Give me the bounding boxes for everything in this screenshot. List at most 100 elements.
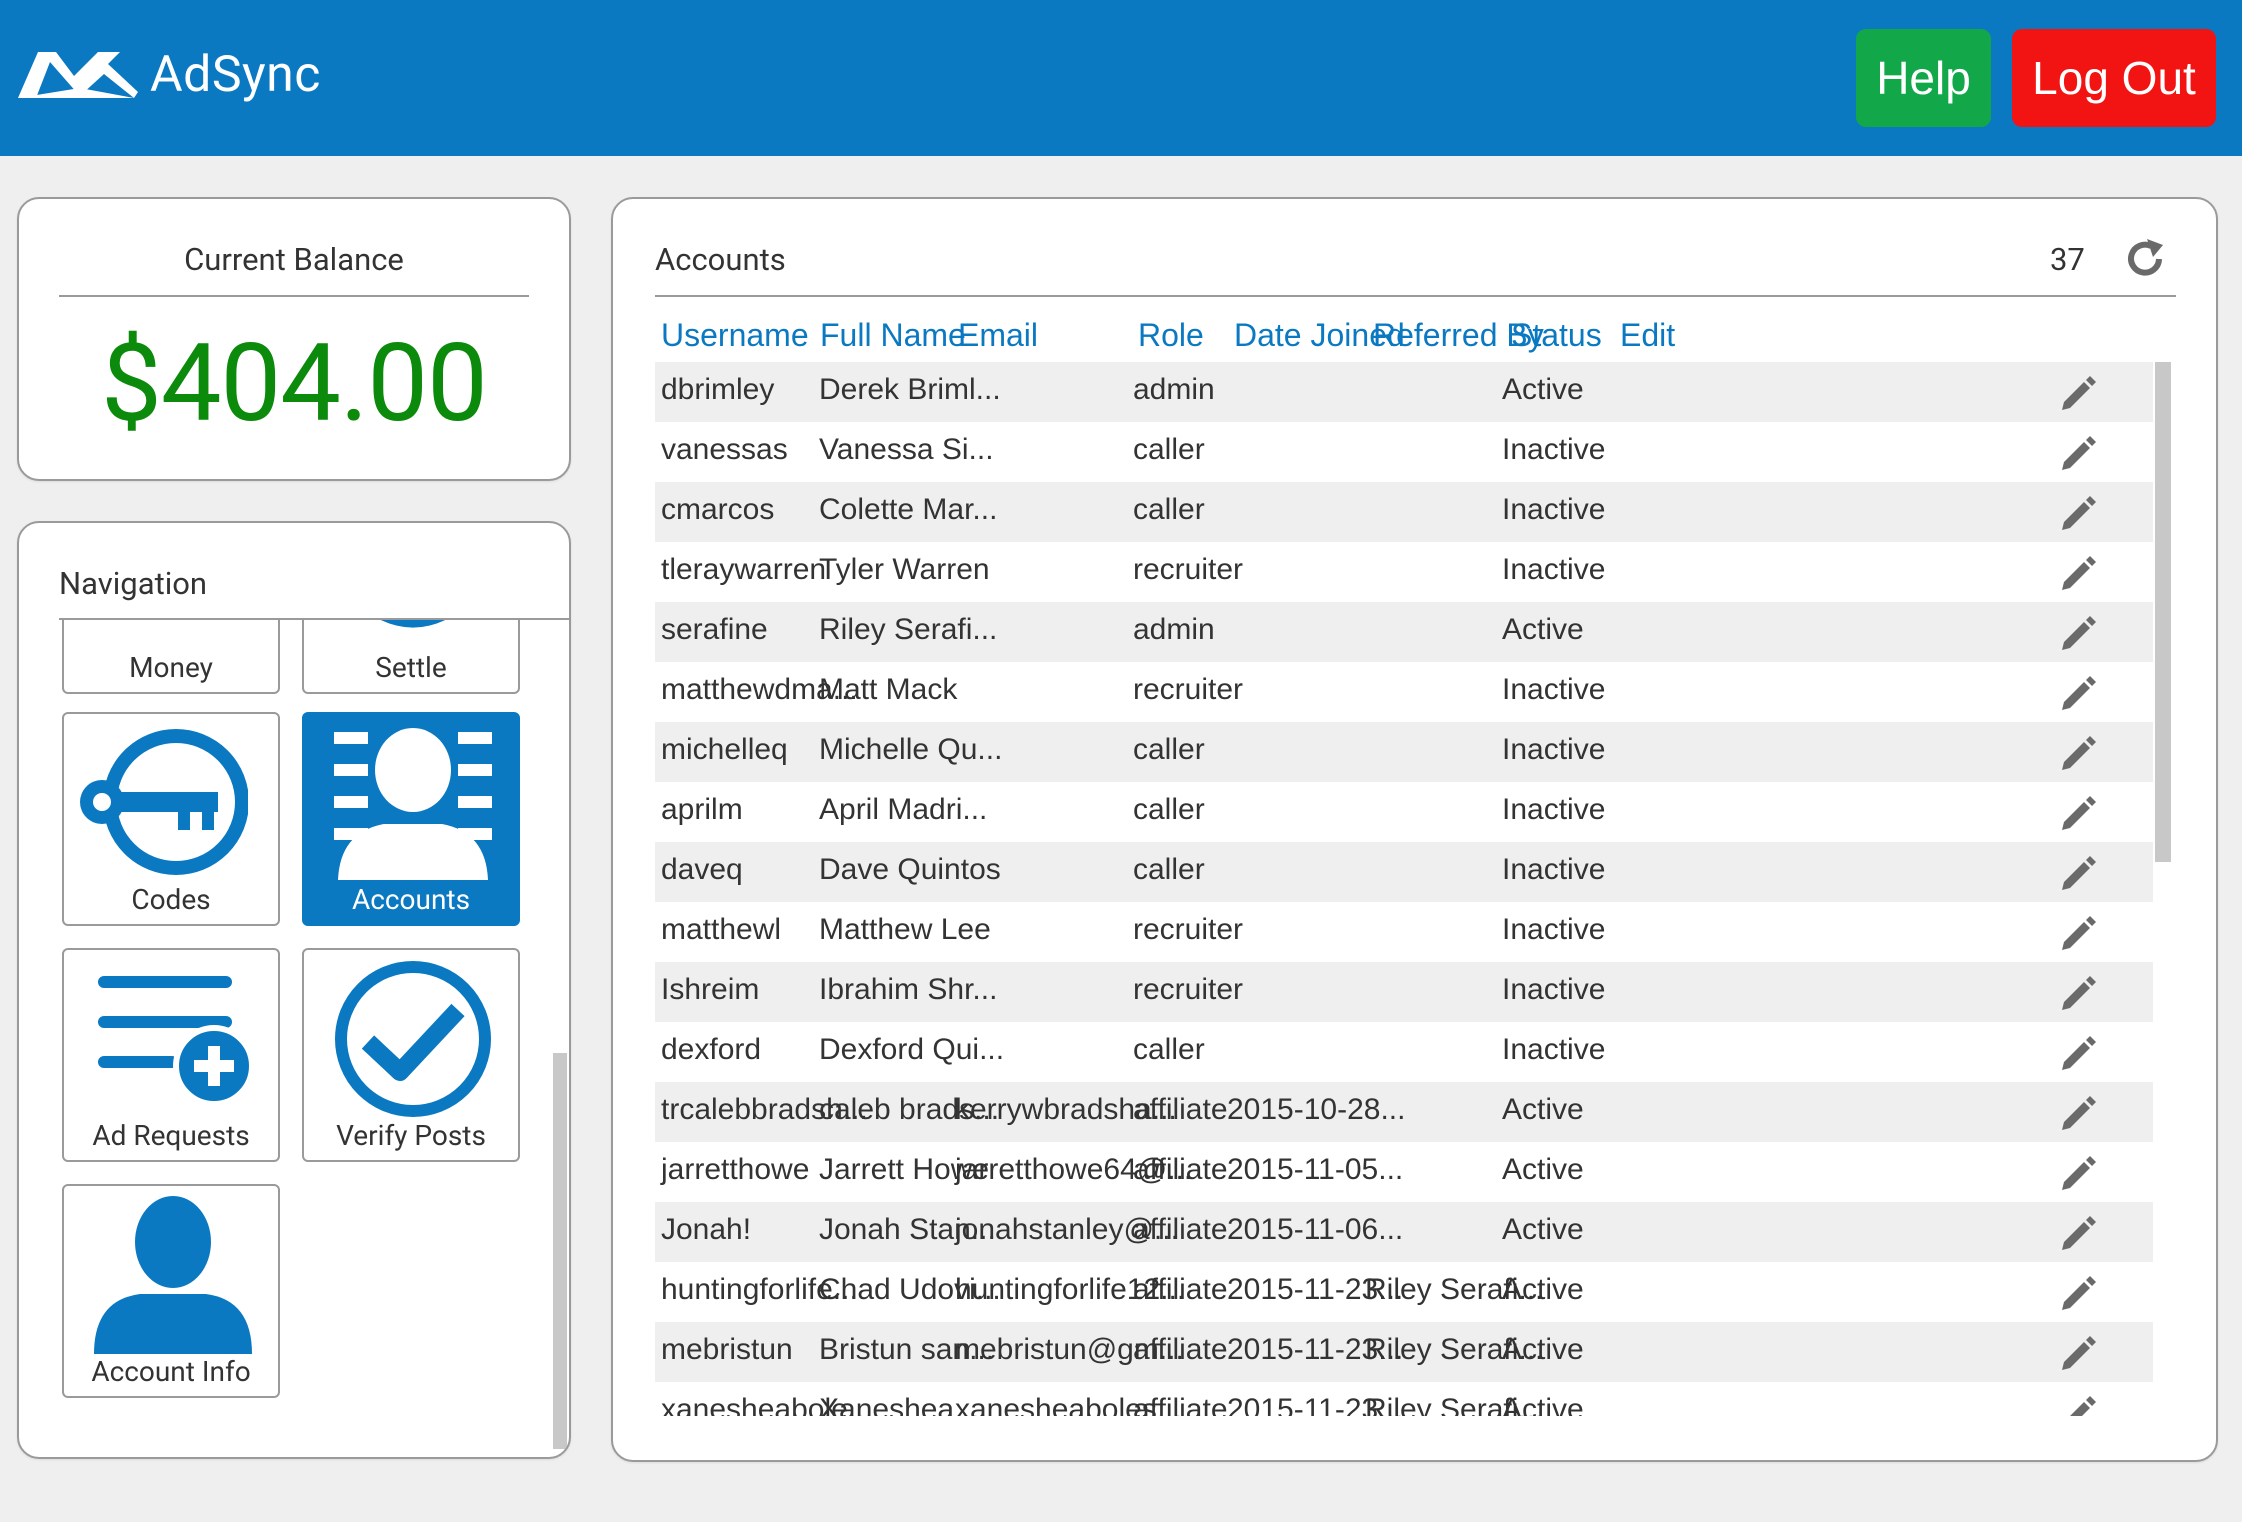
table-row[interactable]: xanesheabole... Xaneshea... xanesheaboles.… — [655, 1382, 2153, 1416]
table-row[interactable]: Ishreim Ibrahim Shr... recruiter Inactive — [655, 962, 2153, 1022]
key-icon — [78, 729, 248, 875]
nav-tile-verify-posts[interactable]: Verify Posts — [302, 948, 520, 1162]
table-row[interactable]: trcalebbradsh... caleb brads... kerrywbrad… — [655, 1082, 2153, 1142]
pencil-icon[interactable] — [2058, 552, 2098, 592]
cell-username: vanessas — [661, 433, 788, 466]
table-row[interactable]: vanessas Vanessa Si... caller Inactive — [655, 422, 2153, 482]
table-row[interactable]: huntingforlife... Chad Udovi... huntingfor… — [655, 1262, 2153, 1322]
column-header-username[interactable]: Username — [661, 317, 809, 354]
table-row[interactable]: jarretthowe Jarrett Howe jarretthowe64@...… — [655, 1142, 2153, 1202]
table-row[interactable]: dbrimley Derek Briml... admin Active — [655, 362, 2153, 422]
cell-status: Active — [1502, 613, 1584, 646]
cell-status: Inactive — [1502, 913, 1606, 946]
nav-tile-label: Accounts — [351, 883, 471, 916]
cell-role: affiliate — [1133, 1093, 1228, 1126]
cell-status: Active — [1502, 1213, 1584, 1246]
app-title: AdSync — [150, 46, 321, 104]
pencil-icon[interactable] — [2058, 972, 2098, 1012]
accounts-table-header: Username Full Name Email Role Date Joine… — [661, 317, 2161, 361]
nav-tile-settle[interactable]: Settle — [302, 620, 520, 694]
pencil-icon[interactable] — [2058, 1392, 2098, 1416]
accounts-count: 37 — [2050, 241, 2085, 278]
navigation-scroll-area[interactable]: Money Settle Codes Accounts Ad Requests … — [19, 620, 569, 1450]
cell-username: serafine — [661, 613, 768, 646]
balance-panel: Current Balance $404.00 — [17, 197, 571, 481]
pencil-icon[interactable] — [2058, 1152, 2098, 1192]
cell-status: Inactive — [1502, 973, 1606, 1006]
nav-tile-money[interactable]: Money — [62, 620, 280, 694]
balance-title: Current Balance — [184, 241, 404, 278]
nav-tile-label: Verify Posts — [336, 1119, 486, 1152]
table-row[interactable]: michelleq Michelle Qu... caller Inactive — [655, 722, 2153, 782]
cell-role: recruiter — [1133, 913, 1244, 946]
column-header-email[interactable]: Email — [958, 317, 1038, 354]
column-header-status[interactable]: Status — [1511, 317, 1602, 354]
column-header-role[interactable]: Role — [1138, 317, 1204, 354]
cell-status: Active — [1502, 1093, 1584, 1126]
cell-username: dbrimley — [661, 373, 775, 406]
pencil-icon[interactable] — [2058, 432, 2098, 472]
adsync-logo-icon[interactable] — [16, 48, 140, 100]
cell-status: Inactive — [1502, 553, 1606, 586]
cell-status: Inactive — [1502, 673, 1606, 706]
cell-username: aprilm — [661, 793, 743, 826]
column-header-full-name[interactable]: Full Name — [820, 317, 966, 354]
id-card-icon — [334, 728, 492, 880]
nav-tile-ad-requests[interactable]: Ad Requests — [62, 948, 280, 1162]
pencil-icon[interactable] — [2058, 1212, 2098, 1252]
accounts-table-scrollbar[interactable] — [2155, 362, 2171, 862]
cell-role: recruiter — [1133, 553, 1244, 586]
table-row[interactable]: tleraywarren Tyler Warren recruiter Inactiv… — [655, 542, 2153, 602]
pencil-icon[interactable] — [2058, 1092, 2098, 1132]
table-row[interactable]: mebristun Bristun san... mebristun@gm... af… — [655, 1322, 2153, 1382]
cell-username: tleraywarren — [661, 553, 827, 586]
nav-tile-label: Settle — [375, 651, 447, 684]
cell-date-joined: 2015-11-05... — [1227, 1153, 1404, 1186]
nav-tile-accounts[interactable]: Accounts — [302, 712, 520, 926]
cell-status: Active — [1502, 1333, 1584, 1366]
help-button[interactable]: Help — [1856, 29, 1991, 127]
balance-divider — [59, 295, 529, 297]
table-row[interactable]: dexford Dexford Qui... caller Inactive — [655, 1022, 2153, 1082]
table-row[interactable]: Jonah! Jonah Stan... jonahstanley@... affil… — [655, 1202, 2153, 1262]
pencil-icon[interactable] — [2058, 792, 2098, 832]
pencil-icon[interactable] — [2058, 492, 2098, 532]
cell-status: Inactive — [1502, 1033, 1606, 1066]
cell-role: recruiter — [1133, 673, 1244, 706]
table-row[interactable]: cmarcos Colette Mar... caller Inactive — [655, 482, 2153, 542]
cell-role: recruiter — [1133, 973, 1244, 1006]
pencil-icon[interactable] — [2058, 1332, 2098, 1372]
pencil-icon[interactable] — [2058, 732, 2098, 772]
nav-tile-codes[interactable]: Codes — [62, 712, 280, 926]
cell-status: Active — [1502, 373, 1584, 406]
pencil-icon[interactable] — [2058, 852, 2098, 892]
pencil-icon[interactable] — [2058, 372, 2098, 412]
pencil-icon[interactable] — [2058, 912, 2098, 952]
table-row[interactable]: aprilm April Madri... caller Inactive — [655, 782, 2153, 842]
cell-status: Active — [1502, 1393, 1584, 1416]
pencil-icon[interactable] — [2058, 612, 2098, 652]
money-icon — [145, 620, 201, 626]
accounts-table-body[interactable]: xanesheabole... Xaneshea... xanesheaboles.… — [655, 362, 2171, 1416]
cell-full-name: Riley Serafi... — [819, 613, 998, 646]
table-row[interactable]: serafine Riley Serafi... admin Active — [655, 602, 2153, 662]
nav-tile-account-info[interactable]: Account Info — [62, 1184, 280, 1398]
table-row[interactable]: matthewl Matthew Lee recruiter Inactive — [655, 902, 2153, 962]
logout-button[interactable]: Log Out — [2012, 29, 2216, 127]
cell-role: affiliate — [1133, 1333, 1228, 1366]
cell-full-name: Ibrahim Shr... — [819, 973, 998, 1006]
cell-role: caller — [1133, 433, 1205, 466]
navigation-scrollbar[interactable] — [553, 1053, 567, 1449]
refresh-icon[interactable] — [2123, 237, 2167, 281]
cell-role: caller — [1133, 853, 1205, 886]
pencil-icon[interactable] — [2058, 1272, 2098, 1312]
navigation-title: Navigation — [59, 565, 208, 602]
column-header-edit: Edit — [1620, 317, 1676, 353]
cell-full-name: Michelle Qu... — [819, 733, 1003, 766]
pencil-icon[interactable] — [2058, 1032, 2098, 1072]
table-row[interactable]: matthewdma... Matt Mack recruiter Inactive — [655, 662, 2153, 722]
pencil-icon[interactable] — [2058, 672, 2098, 712]
cell-status: Active — [1502, 1153, 1584, 1186]
table-row[interactable]: daveq Dave Quintos caller Inactive — [655, 842, 2153, 902]
cell-full-name: Dave Quintos — [819, 853, 1001, 886]
